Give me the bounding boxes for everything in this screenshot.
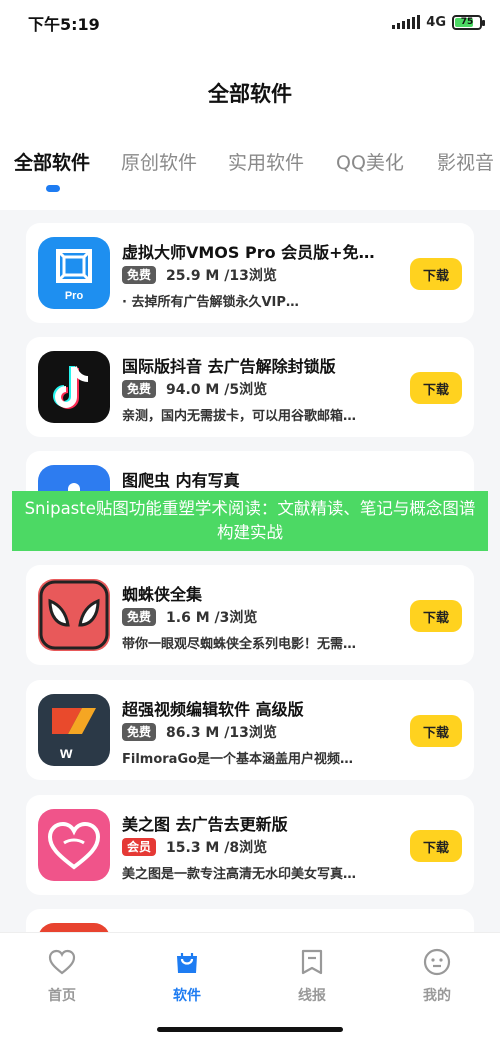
download-button[interactable]: 下载 — [410, 372, 462, 404]
partial-app-icon — [38, 923, 110, 932]
download-button[interactable]: 下载 — [410, 830, 462, 862]
app-card[interactable]: w 超强视频编辑软件 高级版 免费 86.3 M /13浏览 FilmoraGo… — [26, 680, 474, 780]
app-name: 国际版抖音 去广告解除封锁版 — [122, 357, 336, 376]
spiderman-icon — [38, 579, 110, 651]
status-time: 下午5:19 — [28, 15, 100, 34]
app-size-views: 86.3 M /13浏览 — [166, 725, 277, 741]
battery-level: 75 — [460, 17, 474, 27]
tab-qq-beautify[interactable]: QQ美化 — [336, 148, 404, 175]
tab-original-software[interactable]: 原创软件 — [121, 148, 197, 175]
app-name: 美之图 去广告去更新版 — [122, 815, 288, 834]
app-card[interactable]: 国际版抖音 去广告解除封锁版 免费 94.0 M /5浏览 亲测，国内无需拔卡，… — [26, 337, 474, 437]
meizhitu-icon — [38, 809, 110, 881]
bag-icon — [177, 953, 197, 973]
app-description: 带你一眼观尽蜘蛛侠全系列电影！无需… — [122, 637, 357, 652]
app-name: 蜘蛛侠全集 — [122, 585, 203, 604]
price-badge: 免费 — [122, 380, 157, 398]
vmos-icon: Pro — [38, 237, 110, 309]
bookmark-icon — [301, 949, 323, 975]
app-size-views: 1.6 M /3浏览 — [166, 610, 258, 626]
price-badge: 免费 — [122, 608, 157, 626]
app-size-views: 25.9 M /13浏览 — [166, 268, 277, 284]
svg-text:Pro: Pro — [65, 290, 84, 302]
app-card[interactable] — [26, 909, 474, 932]
price-badge: 免费 — [122, 266, 157, 284]
nav-mine[interactable]: 我的 — [397, 947, 477, 1005]
app-description: 美之图是一款专注高清无水印美女写真… — [122, 867, 357, 882]
download-button[interactable]: 下载 — [410, 715, 462, 747]
app-list: Pro 虚拟大师VMOS Pro 会员版+免… 免费 25.9 M /13浏览 … — [0, 210, 500, 932]
status-bar: 下午5:19 4G 75 — [0, 0, 500, 44]
nav-home[interactable]: 首页 — [22, 947, 102, 1005]
nav-deals[interactable]: 线报 — [272, 947, 352, 1005]
price-badge: 免费 — [122, 723, 157, 741]
download-button[interactable]: 下载 — [410, 258, 462, 290]
app-description: 亲测，国内无需拔卡，可以用谷歌邮箱… — [122, 409, 357, 424]
active-tab-indicator — [46, 185, 60, 192]
home-indicator — [157, 1027, 343, 1032]
tiktok-icon — [38, 351, 110, 423]
smiley-icon — [423, 948, 451, 976]
tab-utility-software[interactable]: 实用软件 — [228, 148, 304, 175]
network-type: 4G — [426, 14, 446, 30]
nav-software-label: 软件 — [173, 988, 201, 1004]
category-tabs: 全部软件 原创软件 实用软件 QQ美化 影视音 — [0, 148, 500, 208]
nav-home-label: 首页 — [48, 988, 76, 1004]
app-description: FilmoraGo是一个基本涵盖用户视频… — [122, 752, 354, 767]
heart-icon — [48, 949, 76, 975]
app-card[interactable]: Pro 虚拟大师VMOS Pro 会员版+免… 免费 25.9 M /13浏览 … — [26, 223, 474, 323]
vip-badge: 会员 — [122, 838, 157, 856]
app-description: · 去掉所有广告解锁永久VIP… — [122, 295, 299, 310]
nav-deals-label: 线报 — [298, 988, 326, 1004]
app-size-views: 15.3 M /8浏览 — [166, 840, 268, 856]
tab-video-music[interactable]: 影视音 — [437, 148, 494, 175]
app-name: 虚拟大师VMOS Pro 会员版+免… — [122, 243, 375, 262]
app-size-views: 94.0 M /5浏览 — [166, 382, 268, 398]
battery-icon: 75 — [452, 14, 485, 30]
nav-mine-label: 我的 — [423, 988, 451, 1004]
svg-text:w: w — [59, 745, 73, 762]
app-name: 图爬虫 内有写真 — [122, 471, 240, 490]
overlay-banner: Snipaste贴图功能重塑学术阅读：文献精读、笔记与概念图谱构建实战 — [12, 491, 488, 551]
bottom-nav: 首页 软件 线报 我的 — [0, 932, 500, 1041]
signal-icon — [392, 15, 421, 29]
page-title: 全部软件 — [208, 82, 292, 106]
nav-software[interactable]: 软件 — [147, 947, 227, 1005]
filmora-icon: w — [38, 694, 110, 766]
app-card[interactable]: 美之图 去广告去更新版 会员 15.3 M /8浏览 美之图是一款专注高清无水印… — [26, 795, 474, 895]
status-icons: 4G 75 — [392, 12, 485, 32]
app-name: 超强视频编辑软件 高级版 — [122, 700, 304, 719]
app-card[interactable]: 蜘蛛侠全集 免费 1.6 M /3浏览 带你一眼观尽蜘蛛侠全系列电影！无需… 下… — [26, 565, 474, 665]
tab-all-software[interactable]: 全部软件 — [14, 148, 90, 175]
download-button[interactable]: 下载 — [410, 600, 462, 632]
